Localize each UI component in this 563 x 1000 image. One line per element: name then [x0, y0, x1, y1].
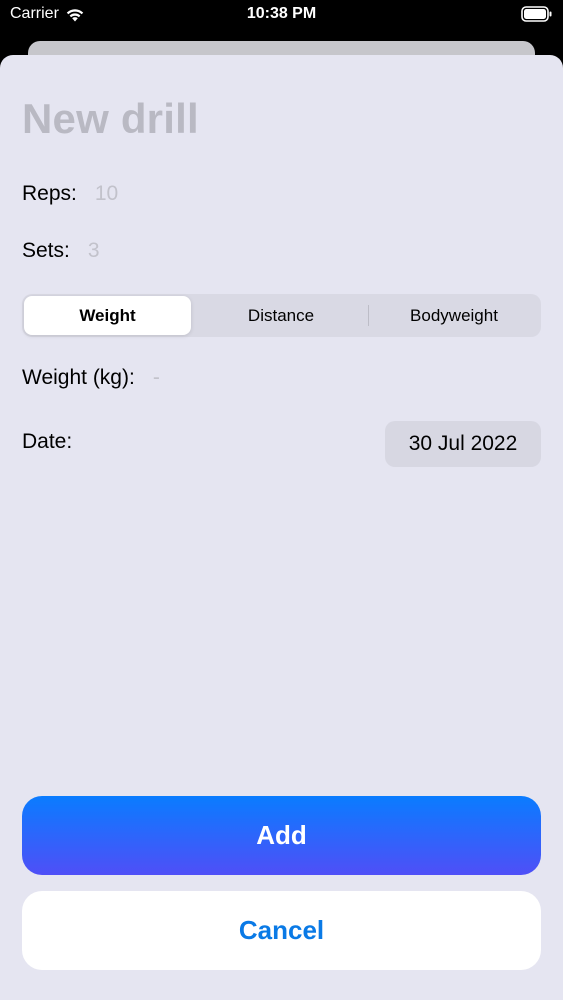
- segment-bodyweight[interactable]: Bodyweight: [369, 296, 539, 335]
- weight-field[interactable]: -: [153, 366, 160, 390]
- status-bar: Carrier 10:38 PM: [0, 0, 563, 30]
- segment-weight[interactable]: Weight: [24, 296, 191, 335]
- weight-row[interactable]: Weight (kg): -: [22, 366, 160, 390]
- page-title: New drill: [22, 95, 199, 142]
- add-button[interactable]: Add: [22, 796, 541, 875]
- reps-row[interactable]: Reps: 10: [22, 182, 118, 206]
- reps-label: Reps:: [22, 182, 77, 205]
- date-picker-button[interactable]: 30 Jul 2022: [385, 421, 541, 467]
- reps-field[interactable]: 10: [95, 182, 118, 206]
- battery-icon: [521, 6, 553, 22]
- date-label: Date:: [22, 430, 73, 453]
- weight-label: Weight (kg):: [22, 366, 135, 389]
- sets-label: Sets:: [22, 239, 70, 262]
- cancel-button[interactable]: Cancel: [22, 891, 541, 970]
- sets-field[interactable]: 3: [88, 239, 100, 263]
- measure-type-segmented-control[interactable]: Weight Distance Bodyweight: [22, 294, 541, 337]
- segment-distance[interactable]: Distance: [195, 296, 367, 335]
- sets-row[interactable]: Sets: 3: [22, 239, 100, 263]
- date-row: Date:: [22, 430, 72, 454]
- status-time: 10:38 PM: [246, 5, 317, 22]
